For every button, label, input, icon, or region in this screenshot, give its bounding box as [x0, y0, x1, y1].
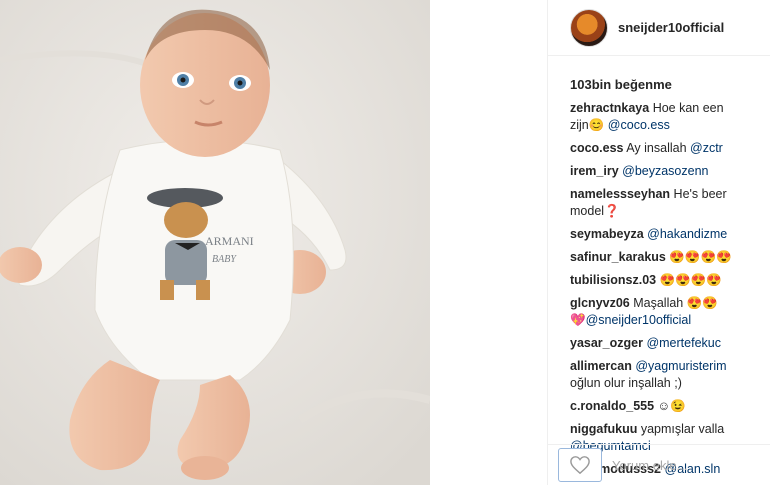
comment-username[interactable]: niggafukuu	[570, 422, 637, 436]
comment-mention[interactable]: @zctr	[690, 141, 723, 155]
comment-text: ☺😉	[654, 399, 686, 413]
comment-username[interactable]: namelessseyhan	[570, 187, 670, 201]
comment-mention[interactable]: @beyzasozenn	[622, 164, 708, 178]
comment-mention[interactable]: @sneijder10official	[586, 313, 692, 327]
comment-text: 😍😍😍😍	[665, 250, 732, 264]
comment-username[interactable]: seymabeyza	[570, 227, 644, 241]
comment-username[interactable]: irem_iry	[570, 164, 619, 178]
comment-username[interactable]: allimercan	[570, 359, 632, 373]
comment-text: zijn😊	[570, 118, 608, 132]
comment-username[interactable]: glcnyvz06	[570, 296, 630, 310]
comment-item: yasar_ozger @mertefekuc	[570, 335, 770, 352]
comment-item: allimercan @yagmuristerim oğlun olur inşa…	[570, 358, 770, 392]
post-username[interactable]: sneijder10official	[618, 20, 724, 35]
comment-text: Ay insallah	[623, 141, 690, 155]
comment-text: 😍😍😍😍	[656, 273, 722, 287]
post-header: sneijder10official	[548, 0, 770, 56]
comment-text: oğlun olur inşallah ;)	[570, 376, 682, 390]
comment-mention[interactable]: @hakandizme	[647, 227, 727, 241]
comment-item: seymabeyza @hakandizme	[570, 226, 770, 243]
comment-username[interactable]: tubilisionsz.03	[570, 273, 656, 287]
print-sub: BABY	[212, 254, 237, 265]
baby-photo-image: ARMANI BABY	[0, 0, 430, 485]
comment-text: 💖	[570, 313, 586, 327]
heart-icon	[570, 456, 590, 475]
avatar[interactable]	[570, 8, 608, 47]
comment-input[interactable]	[612, 457, 762, 473]
comment-item: irem_iry @beyzasozenn	[570, 163, 770, 180]
comment-username[interactable]: coco.ess	[570, 141, 624, 155]
comment-item: glcnyvz06 Maşallah 😍😍 💖@sneijder10officia…	[570, 295, 770, 329]
comments-list: zehractnkaya Hoe kan een zijn😊 @coco.ess c…	[570, 100, 770, 484]
comment-text: Maşallah 😍😍	[629, 296, 718, 310]
post-photo[interactable]: ARMANI BABY	[0, 0, 430, 485]
comment-username[interactable]: zehractnkaya	[570, 101, 649, 115]
divider-space	[430, 0, 547, 485]
post-sidebar: sneijder10official 103bin beğenme zehrac…	[547, 0, 770, 485]
comment-mention[interactable]: @mertefekuc	[646, 336, 721, 350]
comment-text: model❓	[570, 204, 620, 218]
comment-mention[interactable]: @yagmuristerim	[635, 359, 726, 373]
comment-item: c.ronaldo_555 ☺😉	[570, 398, 770, 415]
comment-username[interactable]: yasar_ozger	[570, 336, 643, 350]
print-brand: ARMANI	[205, 234, 254, 248]
comment-item: tubilisionsz.03 😍😍😍😍	[570, 272, 770, 289]
comment-text: yapmışlar valla	[637, 422, 725, 436]
like-button[interactable]	[558, 448, 602, 482]
comment-item: safinur_karakus 😍😍😍😍	[570, 249, 770, 266]
comment-item: zehractnkaya Hoe kan een zijn😊 @coco.ess	[570, 100, 770, 134]
comment-text: Hoe kan een	[649, 101, 724, 115]
comment-composer	[548, 444, 770, 485]
comment-mention[interactable]: @coco.ess	[608, 118, 670, 132]
likes-count[interactable]: 103bin beğenme	[570, 77, 672, 92]
comment-username[interactable]: c.ronaldo_555	[570, 399, 654, 413]
comment-item: coco.ess Ay insallah @zctr	[570, 140, 770, 157]
comment-text: He's beer	[670, 187, 727, 201]
comment-username[interactable]: safinur_karakus	[570, 250, 666, 264]
comment-item: namelessseyhan He's beer model❓	[570, 186, 770, 220]
